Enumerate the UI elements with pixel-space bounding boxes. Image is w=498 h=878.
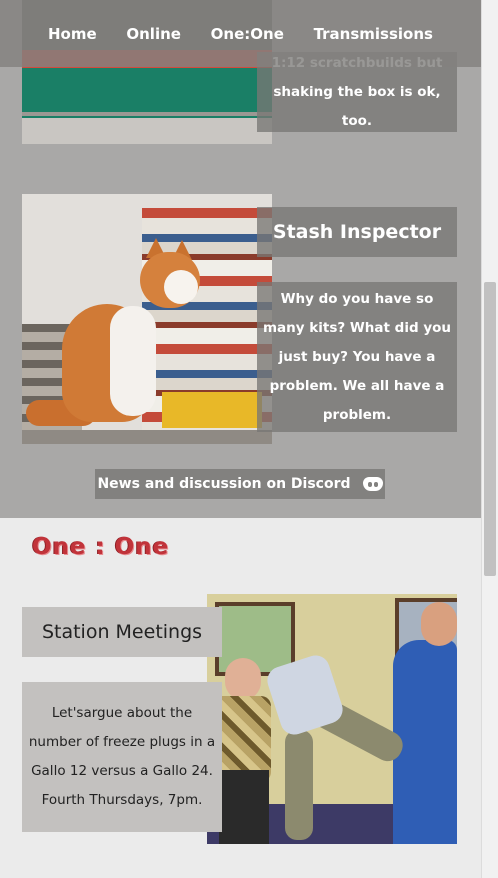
discord-link[interactable]: News and discussion on Discord — [95, 469, 385, 499]
ruler-edge — [22, 112, 272, 116]
cat-chest — [110, 306, 156, 416]
person-dark-pants — [219, 770, 269, 844]
stash-title: Stash Inspector — [272, 221, 442, 243]
standing-leg — [285, 730, 313, 840]
nav-one-one[interactable]: One:One — [211, 25, 284, 43]
shelf — [22, 430, 272, 444]
nav-home[interactable]: Home — [48, 25, 97, 43]
nav-online[interactable]: Online — [126, 25, 181, 43]
meetings-text: Let'sargue about the number of freeze pl… — [28, 705, 216, 808]
person-head — [225, 658, 261, 700]
meeting-fight-photo — [207, 594, 457, 844]
page-scrollbar[interactable] — [481, 0, 498, 878]
cat-with-kits-photo — [22, 194, 272, 444]
discord-label: News and discussion on Discord — [97, 476, 351, 492]
scrollbar-thumb[interactable] — [484, 282, 496, 576]
discord-icon — [362, 477, 383, 491]
cat-muzzle — [164, 270, 198, 304]
meetings-title-panel: Station Meetings — [22, 607, 222, 657]
top-nav: Home Online One:One Transmissions — [0, 0, 481, 67]
nav-transmissions[interactable]: Transmissions — [314, 25, 433, 43]
person-head — [421, 602, 457, 646]
one-one-heading: One : One — [32, 534, 170, 560]
stash-text-panel: Why do you have so many kits? What did y… — [257, 282, 457, 432]
stash-text: Why do you have so many kits? What did y… — [262, 290, 452, 423]
stash-title-panel: Stash Inspector — [257, 207, 457, 257]
meetings-text-panel: Let'sargue about the number of freeze pl… — [22, 682, 222, 832]
yellow-kit-box — [162, 392, 262, 428]
meetings-title: Station Meetings — [41, 621, 203, 643]
